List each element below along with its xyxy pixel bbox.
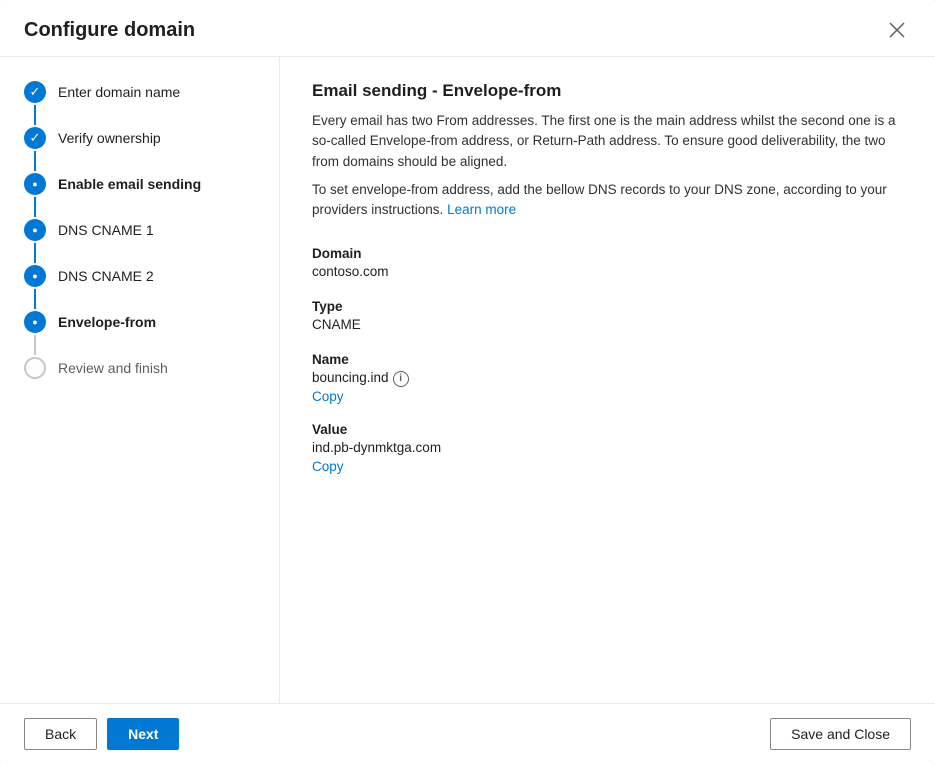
step-label-enter-domain: Enter domain name — [58, 81, 180, 121]
checkmark-icon: ✓ — [30, 84, 41, 100]
step-icon-enter-domain: ✓ — [24, 81, 46, 103]
step-connector-dns-cname-2: ● — [24, 265, 46, 311]
learn-more-link[interactable]: Learn more — [447, 202, 516, 217]
domain-value: contoso.com — [312, 264, 903, 279]
step-label-review-finish: Review and finish — [58, 357, 168, 397]
step-connector-envelope-from: ● — [24, 311, 46, 357]
step-item-review-finish: Review and finish — [24, 357, 279, 397]
checkmark-icon-2: ✓ — [30, 130, 41, 146]
name-value: bouncing.ind — [312, 370, 389, 385]
step-item-verify-ownership: ✓ Verify ownership — [24, 127, 279, 173]
step-label-verify-ownership: Verify ownership — [58, 127, 161, 167]
type-section: Type CNAME — [312, 299, 903, 334]
step-line-envelope-from — [34, 335, 36, 355]
description-1: Every email has two From addresses. The … — [312, 111, 903, 172]
description-2: To set envelope-from address, add the be… — [312, 180, 903, 221]
step-line-dns-cname-1 — [34, 243, 36, 263]
step-item-envelope-from: ● Envelope-from — [24, 311, 279, 357]
modal-title: Configure domain — [24, 19, 195, 42]
step-line-enable-email — [34, 197, 36, 217]
step-item-enable-email: ● Enable email sending — [24, 173, 279, 219]
content-title: Email sending - Envelope-from — [312, 81, 903, 101]
step-icon-verify-ownership: ✓ — [24, 127, 46, 149]
step-connector-review-finish — [24, 357, 46, 379]
name-value-row: bouncing.ind i — [312, 370, 903, 387]
value-copy-button[interactable]: Copy — [312, 459, 344, 474]
info-icon-name[interactable]: i — [393, 371, 409, 387]
step-line-verify-ownership — [34, 151, 36, 171]
step-icon-envelope-from: ● — [24, 311, 46, 333]
next-button[interactable]: Next — [107, 718, 179, 750]
step-icon-dns-cname-2: ● — [24, 265, 46, 287]
footer-left-buttons: Back Next — [24, 718, 179, 750]
save-close-button[interactable]: Save and Close — [770, 718, 911, 750]
step-label-dns-cname-1: DNS CNAME 1 — [58, 219, 154, 259]
back-button[interactable]: Back — [24, 718, 97, 750]
value-value: ind.pb-dynmktga.com — [312, 440, 903, 455]
step-label-envelope-from: Envelope-from — [58, 311, 156, 351]
main-content: Email sending - Envelope-from Every emai… — [280, 57, 935, 703]
domain-section: Domain contoso.com — [312, 246, 903, 281]
step-connector-enable-email: ● — [24, 173, 46, 219]
step-item-dns-cname-2: ● DNS CNAME 2 — [24, 265, 279, 311]
modal-footer: Back Next Save and Close — [0, 703, 935, 764]
modal-header: Configure domain — [0, 0, 935, 57]
step-list: ✓ Enter domain name ✓ Verify ownership — [0, 81, 279, 397]
step-connector-verify-ownership: ✓ — [24, 127, 46, 173]
step-item-dns-cname-1: ● DNS CNAME 1 — [24, 219, 279, 265]
step-label-enable-email: Enable email sending — [58, 173, 201, 213]
sidebar: ✓ Enter domain name ✓ Verify ownership — [0, 57, 280, 703]
name-copy-button[interactable]: Copy — [312, 389, 344, 404]
step-line-dns-cname-2 — [34, 289, 36, 309]
name-label: Name — [312, 352, 903, 367]
modal-configure-domain: Configure domain ✓ Enter domain name — [0, 0, 935, 764]
modal-body: ✓ Enter domain name ✓ Verify ownership — [0, 57, 935, 703]
step-icon-dns-cname-1: ● — [24, 219, 46, 241]
close-button[interactable] — [883, 16, 911, 44]
step-connector-dns-cname-1: ● — [24, 219, 46, 265]
step-icon-enable-email: ● — [24, 173, 46, 195]
domain-label: Domain — [312, 246, 903, 261]
type-label: Type — [312, 299, 903, 314]
step-line-enter-domain — [34, 105, 36, 125]
type-value: CNAME — [312, 317, 903, 332]
step-icon-review-finish — [24, 357, 46, 379]
step-item-enter-domain: ✓ Enter domain name — [24, 81, 279, 127]
name-section: Name bouncing.ind i Copy — [312, 352, 903, 404]
value-section: Value ind.pb-dynmktga.com Copy — [312, 422, 903, 474]
step-connector-enter-domain: ✓ — [24, 81, 46, 127]
step-label-dns-cname-2: DNS CNAME 2 — [58, 265, 154, 305]
value-label: Value — [312, 422, 903, 437]
